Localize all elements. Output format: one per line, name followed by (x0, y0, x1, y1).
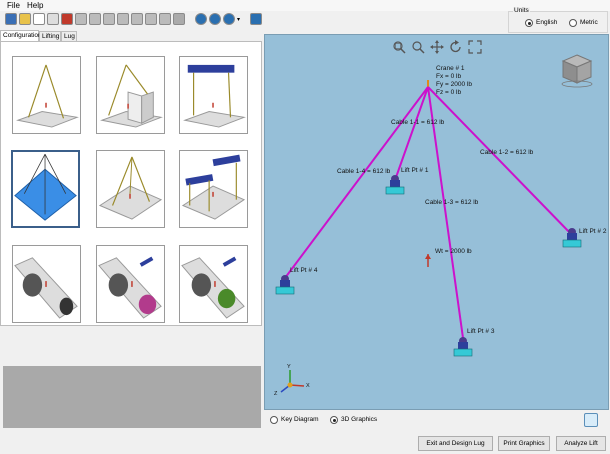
print-graphics-button[interactable]: Print Graphics (498, 436, 550, 451)
display-mode-bar: Key Diagram 3D Graphics (264, 411, 609, 430)
cube-wire-icon[interactable] (159, 13, 171, 25)
globe-icon[interactable] (195, 13, 207, 25)
print-icon[interactable] (47, 13, 59, 25)
cube-solid-icon[interactable] (173, 13, 185, 25)
tab-configuration[interactable]: Configuration (0, 30, 42, 41)
settings-icon[interactable] (250, 13, 262, 25)
cube-side-icon[interactable] (89, 13, 101, 25)
cable-1-4-label: Cable 1-4 = 612 lb (337, 168, 391, 175)
lift-pt-1-label: Lift Pt # 1 (401, 167, 429, 174)
tab-strip: Configuration Lifting Lug (0, 30, 265, 41)
axis-y-label: Y (287, 364, 291, 370)
cube-iso-icon[interactable] (117, 13, 129, 25)
lift-pt-4-label: Lift Pt # 4 (290, 267, 318, 274)
cube-bottom-icon[interactable] (145, 13, 157, 25)
fy-label: Fy = 2000 lb (436, 81, 472, 88)
key-diagram-radio[interactable] (270, 416, 278, 424)
exit-design-lug-button[interactable]: Exit and Design Lug (418, 436, 493, 451)
open-icon[interactable] (19, 13, 31, 25)
tab-lifting[interactable]: Lifting (39, 31, 61, 41)
save-icon[interactable] (5, 13, 17, 25)
config-thumb-plate-2pt[interactable] (12, 56, 81, 134)
preview-area (3, 366, 261, 428)
cable-1-3-label: Cable 1-3 = 612 lb (425, 199, 479, 206)
config-thumb-plate-3pt[interactable] (96, 150, 165, 228)
fz-label: Fz = 0 lb (436, 89, 462, 96)
graphics-3d-label: 3D Graphics (341, 416, 378, 423)
config-thumb-pipe-2[interactable] (96, 245, 165, 323)
analyze-lift-button[interactable]: Analyze Lift (556, 436, 606, 451)
lift-pt-2-label: Lift Pt # 2 (579, 228, 607, 235)
cube-front-icon[interactable] (75, 13, 87, 25)
cube-top-icon[interactable] (103, 13, 115, 25)
english-label: English (536, 19, 558, 26)
menu-file[interactable]: File (7, 1, 20, 10)
units-group: Units English Metric (508, 7, 608, 33)
units-legend: Units (513, 7, 530, 14)
metric-label: Metric (580, 19, 598, 26)
config-thumb-pipe-3[interactable] (179, 245, 248, 323)
config-thumb-block-2pt[interactable] (96, 56, 165, 134)
configuration-panel (0, 41, 262, 326)
fx-label: Fx = 0 lb (436, 73, 462, 80)
weight-label: Wt = 2000 lb (435, 248, 472, 255)
camera-icon[interactable] (223, 13, 235, 25)
metric-radio[interactable] (569, 19, 577, 27)
crane-label: Crane # 1 (436, 65, 465, 72)
toolbar: ▾ (0, 11, 265, 28)
menu-help[interactable]: Help (27, 1, 43, 10)
zoom-doc-icon[interactable] (33, 13, 45, 25)
config-thumb-beam-4pt[interactable] (179, 150, 248, 228)
tab-lug[interactable]: Lug (61, 31, 77, 41)
key-diagram-label: Key Diagram (281, 416, 319, 423)
block-icon[interactable] (61, 13, 73, 25)
cable-1-1-label: Cable 1-1 = 612 lb (391, 119, 445, 126)
english-radio[interactable] (525, 19, 533, 27)
cube-back-icon[interactable] (131, 13, 143, 25)
config-thumb-beam-2pt[interactable] (179, 56, 248, 134)
refresh-view-icon[interactable] (584, 413, 598, 427)
chevron-down-icon[interactable]: ▾ (237, 16, 240, 23)
help-icon[interactable] (209, 13, 221, 25)
axis-x-label: X (306, 383, 310, 389)
config-thumb-pipe-1[interactable] (12, 245, 81, 323)
axis-z-label: Z (274, 391, 278, 397)
graphics-3d-radio[interactable] (330, 416, 338, 424)
config-thumb-plate-4pt[interactable] (11, 150, 80, 228)
lift-pt-3-label: Lift Pt # 3 (467, 328, 495, 335)
graphics-viewport[interactable]: Crane # 1 Fx = 0 lb Fy = 2000 lb Fz = 0 … (264, 34, 609, 410)
cable-1-2-label: Cable 1-2 = 612 lb (480, 149, 534, 156)
